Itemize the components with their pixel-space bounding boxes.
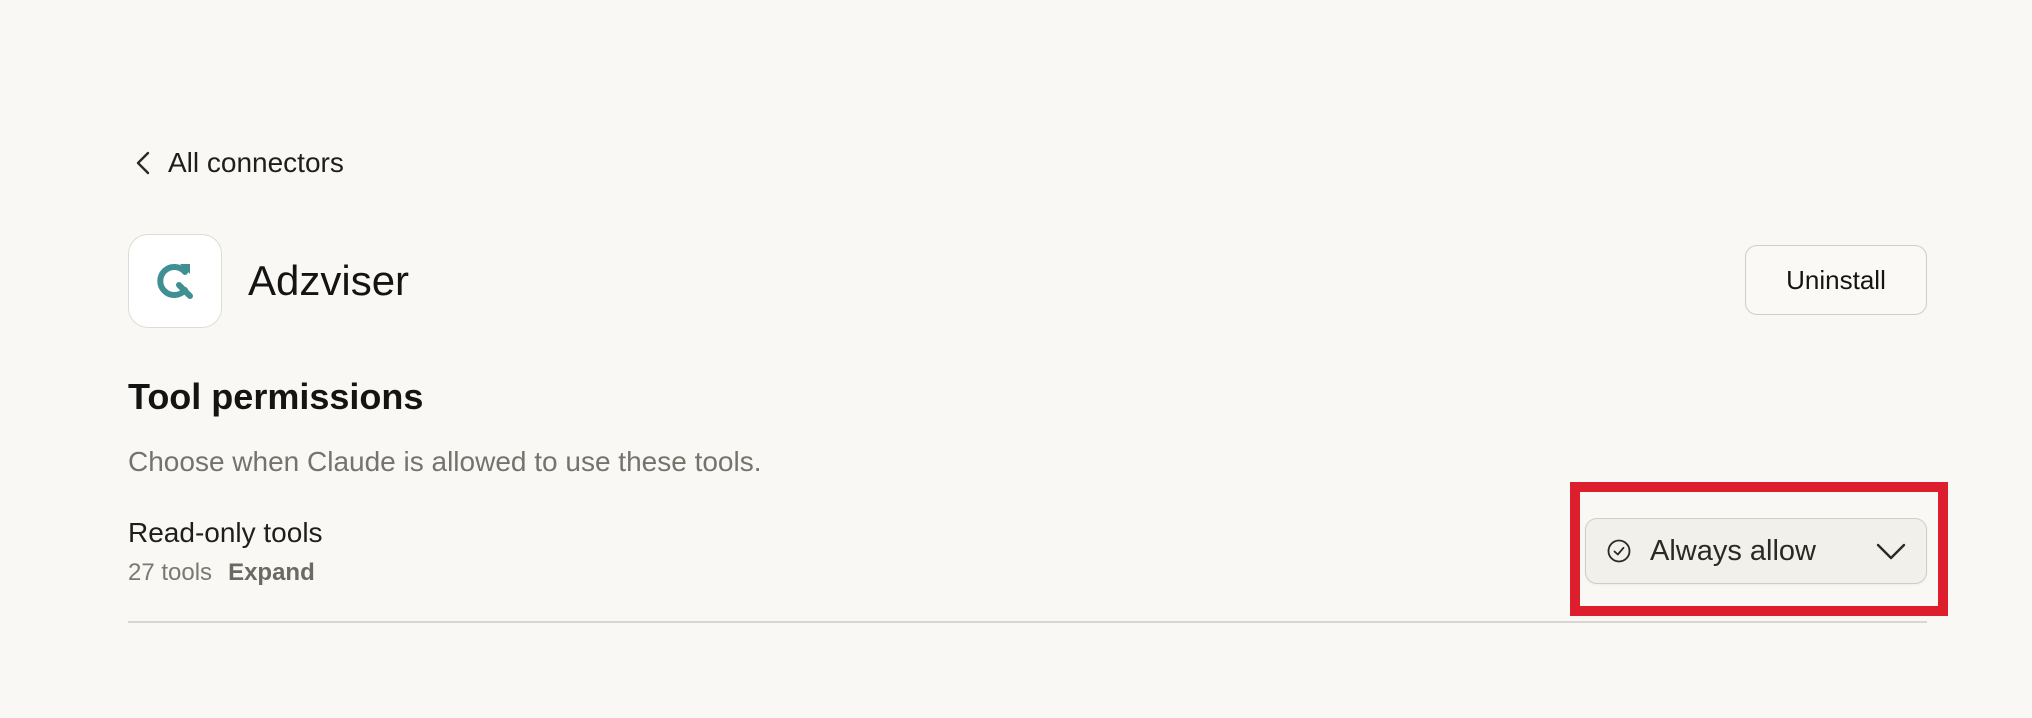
tool-permissions-description: Choose when Claude is allowed to use the… <box>128 446 762 477</box>
read-only-tools-title: Read-only tools <box>128 517 323 548</box>
read-only-permission-dropdown[interactable]: Always allow <box>1585 518 1927 584</box>
connector-title: Adzviser <box>248 257 410 304</box>
chevron-left-icon <box>128 146 162 180</box>
back-to-connectors-link[interactable]: All connectors <box>128 140 344 186</box>
adzviser-logo-icon <box>128 234 222 328</box>
selected-permission-label: Always allow <box>1650 534 1816 567</box>
chevron-down-icon <box>1874 534 1908 568</box>
check-circle-icon <box>1606 538 1632 564</box>
expand-tools-button[interactable]: Expand <box>228 556 315 590</box>
tool-count: 27 tools <box>128 559 213 586</box>
uninstall-button[interactable]: Uninstall <box>1745 245 1927 315</box>
tool-permissions-heading: Tool permissions <box>128 376 424 417</box>
back-link-label: All connectors <box>168 147 344 178</box>
read-only-tools-meta: 27 tools Expand <box>128 556 315 590</box>
section-divider <box>128 621 1927 623</box>
